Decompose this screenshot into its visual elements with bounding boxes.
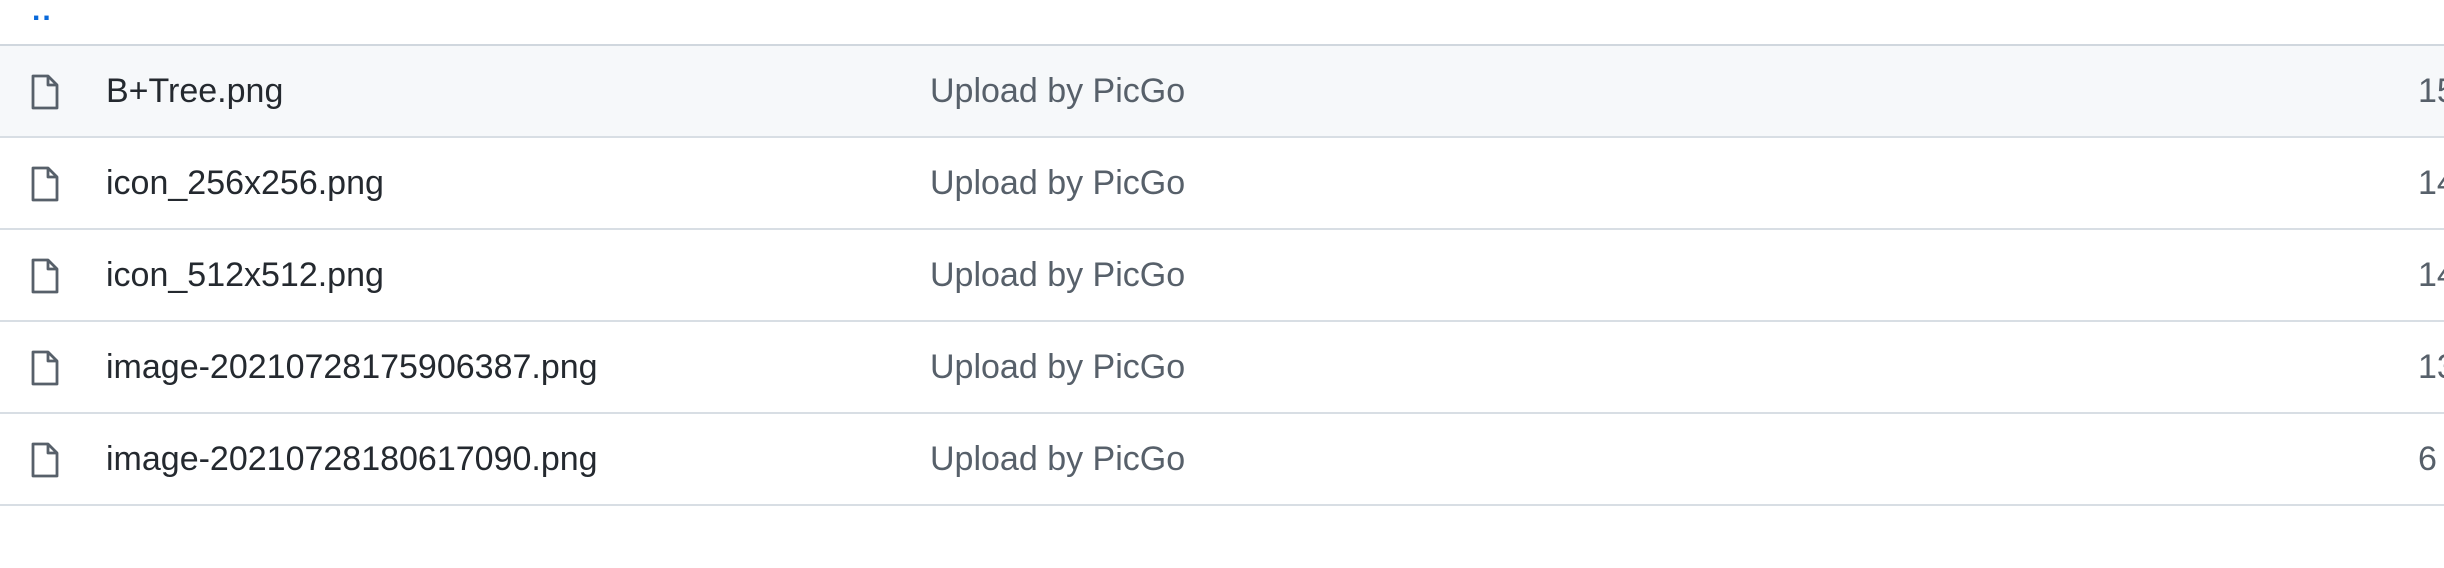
parent-directory-link[interactable]: .. xyxy=(32,0,53,26)
file-icon xyxy=(28,441,62,479)
commit-message-link[interactable]: Upload by PicGo xyxy=(930,230,1185,320)
file-row[interactable]: icon_256x256.png Upload by PicGo 14 xyxy=(0,138,2444,230)
commit-age: 6 xyxy=(2418,440,2437,478)
commit-message-link[interactable]: Upload by PicGo xyxy=(930,322,1185,412)
file-row[interactable]: B+Tree.png Upload by PicGo 15 xyxy=(0,46,2444,138)
commit-message-link[interactable]: Upload by PicGo xyxy=(930,414,1185,504)
file-icon xyxy=(28,165,62,203)
commit-message-link[interactable]: Upload by PicGo xyxy=(930,46,1185,136)
file-name-link[interactable]: icon_512x512.png xyxy=(106,230,384,320)
file-name-link[interactable]: B+Tree.png xyxy=(106,46,283,136)
parent-directory-row[interactable]: .. xyxy=(0,0,2444,46)
file-icon xyxy=(28,73,62,111)
file-name-link[interactable]: icon_256x256.png xyxy=(106,138,384,228)
commit-age: 14 xyxy=(2418,256,2444,294)
file-row[interactable]: image-20210728180617090.png Upload by Pi… xyxy=(0,414,2444,506)
file-name-link[interactable]: image-20210728175906387.png xyxy=(106,322,598,412)
commit-message-link[interactable]: Upload by PicGo xyxy=(930,138,1185,228)
file-icon xyxy=(28,257,62,295)
file-name-link[interactable]: image-20210728180617090.png xyxy=(106,414,598,504)
file-row[interactable]: image-20210728175906387.png Upload by Pi… xyxy=(0,322,2444,414)
commit-age: 15 xyxy=(2418,72,2444,110)
file-row[interactable]: icon_512x512.png Upload by PicGo 14 xyxy=(0,230,2444,322)
file-icon xyxy=(28,349,62,387)
commit-age: 14 xyxy=(2418,164,2444,202)
file-list: .. B+Tree.png Upload by PicGo 15 icon_25… xyxy=(0,0,2444,506)
commit-age: 13 xyxy=(2418,348,2444,386)
